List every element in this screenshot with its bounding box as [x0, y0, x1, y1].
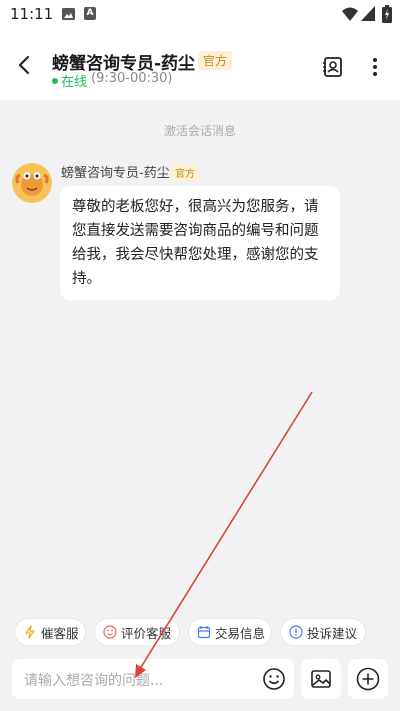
quick-action-complaint[interactable]: 投诉建议: [280, 618, 366, 646]
official-badge: 官方: [198, 51, 233, 70]
signal-icon: [361, 6, 375, 21]
quick-action-label: 催客服: [41, 625, 79, 641]
message-official-badge: 官方: [171, 164, 199, 181]
battery-icon: [382, 5, 392, 23]
quick-action-trade-info[interactable]: 交易信息: [188, 618, 272, 646]
quick-action-label: 投诉建议: [307, 625, 358, 641]
quick-action-bar: 催客服 评价客服 交易信息 投诉建议: [0, 608, 400, 654]
message-bubble[interactable]: 尊敬的老板您好，很高兴为您服务，请您直接发送需要咨询商品的编号和问题给我，我会尽…: [60, 186, 340, 300]
more-actions-button[interactable]: [348, 659, 388, 699]
send-image-button[interactable]: [301, 659, 341, 699]
plus-icon: [356, 667, 380, 691]
status-bar: 11:11 A: [0, 0, 400, 30]
quick-action-label: 评价客服: [121, 625, 172, 641]
lightning-icon: [25, 625, 35, 639]
input-bar: 请输入想咨询的问题...: [0, 654, 400, 711]
alert-icon: [289, 625, 303, 639]
quick-action-rate[interactable]: 评价客服: [94, 618, 180, 646]
more-icon[interactable]: [370, 56, 380, 78]
image-icon: [62, 8, 75, 20]
input-placeholder: 请输入想咨询的问题...: [24, 673, 164, 689]
quick-action-label: 交易信息: [215, 625, 266, 641]
image-icon: [311, 670, 331, 688]
status-time: 11:11: [10, 5, 54, 23]
back-icon[interactable]: [14, 54, 36, 76]
smile-icon: [103, 625, 117, 639]
a-icon: A: [84, 7, 96, 20]
agent-avatar[interactable]: [12, 163, 52, 203]
message-sender: 螃蟹咨询专员-药尘: [61, 166, 170, 181]
online-status: 在线: [61, 75, 88, 90]
chat-area: 激活会话消息 螃蟹咨询专员-药尘 官方 尊敬的老板您好，很高兴为您服务，请您直接…: [0, 100, 400, 608]
contact-card-icon[interactable]: [322, 56, 344, 78]
wifi-icon: [342, 7, 358, 21]
emoji-icon[interactable]: [262, 667, 286, 691]
calendar-icon: [197, 626, 211, 639]
quick-action-urge[interactable]: 催客服: [14, 618, 86, 646]
activation-notice[interactable]: 激活会话消息: [0, 122, 400, 139]
online-dot-icon: [52, 78, 58, 84]
online-hours: (9:30-00:30): [91, 71, 173, 86]
message-input[interactable]: 请输入想咨询的问题...: [12, 659, 294, 699]
chat-header: 螃蟹咨询专员-药尘 官方 在线 (9:30-00:30): [0, 30, 400, 100]
